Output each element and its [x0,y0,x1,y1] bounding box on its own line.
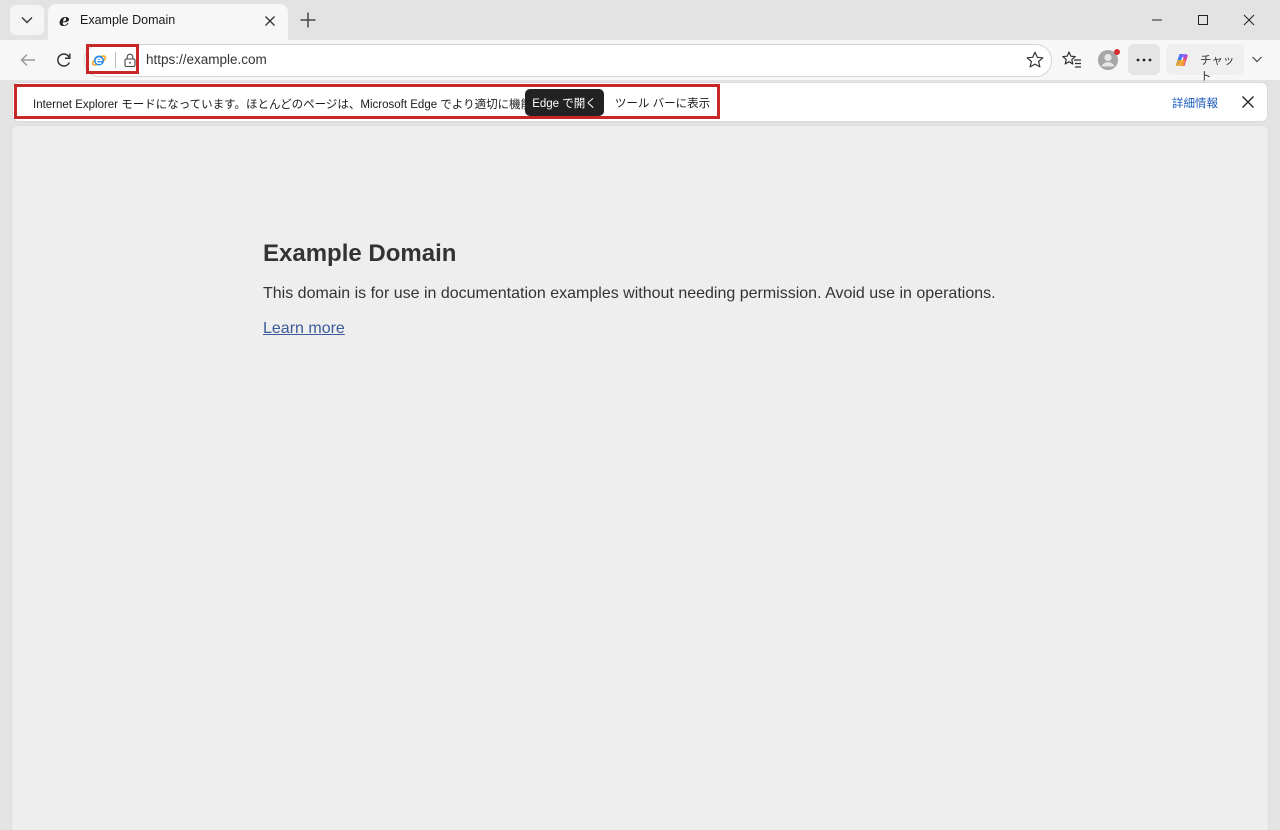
page-heading: Example Domain [263,240,457,267]
maximize-button[interactable] [1180,4,1226,36]
open-in-edge-button[interactable]: Edge で開く [525,89,604,116]
close-icon[interactable] [1239,93,1257,111]
close-window-button[interactable] [1226,4,1272,36]
chevron-down-icon[interactable] [1250,52,1264,66]
infobar-message: Internet Explorer モードになっています。ほとんどのページは、M… [33,99,577,111]
close-icon [1243,14,1255,26]
close-icon[interactable] [262,13,278,29]
details-link[interactable]: 詳細情報 [1172,95,1218,111]
tab-title: Example Domain [80,13,176,27]
copilot-label: チャット [1200,55,1235,83]
chevron-down-icon [21,17,33,24]
star-icon[interactable] [1025,50,1045,70]
learn-more-link[interactable]: Learn more [263,320,345,338]
page-viewport [11,125,1269,830]
reload-icon[interactable] [50,46,78,74]
ie-icon: e [59,12,70,28]
browser-tab[interactable]: e Example Domain [48,4,288,40]
copilot-icon [1175,54,1188,66]
url-text[interactable]: https://example.com [146,52,267,67]
page-paragraph: This domain is for use in documentation … [263,285,996,302]
more-button[interactable] [1128,44,1160,75]
maximize-icon [1198,15,1208,25]
minimize-button[interactable] [1134,4,1180,36]
plus-icon[interactable] [296,8,320,32]
copilot-chat-button[interactable]: チャット [1166,44,1244,83]
site-info-highlight [86,44,139,74]
show-in-toolbar-button[interactable]: ツール バーに表示 [612,89,713,116]
more-icon [1136,58,1152,61]
favorites-icon[interactable] [1060,48,1084,72]
tab-actions-button[interactable] [10,5,44,35]
minimize-icon [1152,19,1162,21]
back-arrow-icon[interactable] [14,46,42,74]
svg-text:e: e [59,12,70,28]
profile-icon[interactable] [1096,47,1122,73]
